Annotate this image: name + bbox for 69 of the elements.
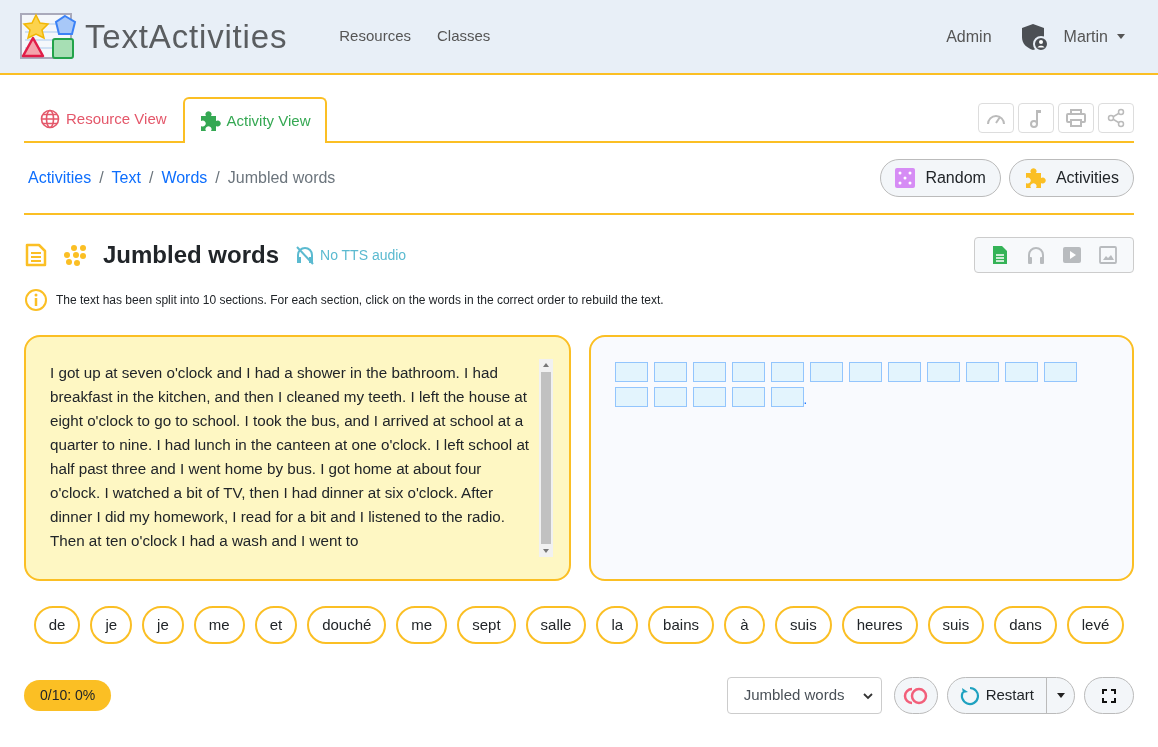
breadcrumb-separator: / [214, 168, 221, 188]
breadcrumb-link[interactable]: Activities [28, 166, 92, 190]
headphones-icon[interactable] [1026, 245, 1046, 265]
user-menu[interactable]: Martin [1063, 24, 1126, 49]
shield-user-icon [1019, 22, 1050, 51]
word-chip[interactable]: bains [648, 606, 714, 644]
progress-badge: 0/10: 0% [24, 680, 112, 711]
word-chip[interactable]: douché [307, 606, 387, 644]
play-icon[interactable] [1062, 245, 1082, 265]
fullscreen-icon [1102, 688, 1116, 703]
random-button[interactable]: Random [880, 159, 1001, 197]
headphones-off-icon [295, 245, 316, 265]
document-icon [24, 243, 48, 267]
word-chip[interactable]: je [90, 606, 133, 644]
share-icon [1106, 108, 1126, 128]
word-chip[interactable]: la [596, 606, 639, 644]
word-chip[interactable]: de [33, 606, 81, 644]
admin-link[interactable]: Admin [946, 24, 992, 49]
globe-icon [40, 109, 60, 129]
word-chip[interactable]: suis [774, 606, 832, 644]
word-chip[interactable]: à [723, 606, 765, 644]
dots-icon [63, 244, 87, 266]
word-chip[interactable]: suis [927, 606, 985, 644]
activities-button[interactable]: Activities [1008, 159, 1134, 197]
nav-link[interactable]: Resources [339, 25, 411, 48]
word-chip[interactable]: me [396, 606, 448, 644]
image-icon[interactable] [1098, 245, 1118, 265]
speedometer-button[interactable] [978, 103, 1014, 133]
word-chip[interactable]: et [254, 606, 298, 644]
end-mark: . [803, 393, 808, 407]
breadcrumb-link[interactable]: Text [111, 166, 141, 190]
logo-icon [19, 11, 79, 62]
print-button[interactable] [1058, 103, 1094, 133]
word-chip[interactable]: levé [1066, 606, 1125, 644]
dice-icon [895, 168, 916, 188]
chevron-down-icon [862, 691, 873, 700]
fullscreen-button[interactable] [1084, 677, 1134, 714]
word-chip[interactable]: salle [525, 606, 587, 644]
rings-icon [902, 686, 929, 705]
word-chip[interactable]: me [193, 606, 245, 644]
scrollbar[interactable] [538, 359, 553, 557]
music-note-button[interactable] [1018, 103, 1054, 133]
share-button[interactable] [1098, 103, 1134, 133]
rings-button[interactable] [893, 677, 938, 714]
word-chip[interactable]: dans [994, 606, 1057, 644]
text-document-icon[interactable] [990, 245, 1010, 265]
view-tab[interactable]: Resource View [24, 97, 183, 141]
print-icon [1066, 109, 1086, 127]
breadcrumb-current: Jumbled words [227, 168, 336, 188]
restart-icon [959, 685, 980, 706]
tts-status: No TTS audio [320, 245, 407, 265]
breadcrumb-separator: / [98, 168, 105, 188]
nav-link[interactable]: Classes [437, 25, 491, 48]
story-text: I got up at seven o'clock and I had a shower in the bathroom. I had breakfast in the kitchen, and then I cleaned my teeth. I left the house at eight o'clock to go to school. I took the bus, and I arrived at school at a quarter to nine. I had lunch in the canteen at one o'clock. I left school at half past three and I went home by bus. I got home at about four o'clock. I watched a bit of TV, then I had dinner at six o'clock. After dinner I did my homework, I read for a bit and I listened to the radio. Then at ten o'clock I had a wash and I went to [50, 363, 531, 551]
word-chip[interactable]: heures [841, 606, 918, 644]
caret-icon [1116, 33, 1126, 40]
music-note-icon [1029, 108, 1043, 128]
word-chip[interactable]: sept [457, 606, 516, 644]
puzzle-icon [198, 110, 221, 132]
word-chip[interactable]: je [142, 606, 184, 644]
mode-select[interactable]: Jumbled words [726, 677, 882, 714]
instructions-text: The text has been split into 10 sections. For each section, click on the words in the correct order to rebuild the text. [56, 292, 664, 309]
breadcrumb-separator: / [147, 168, 155, 188]
puzzle-icon [1023, 167, 1046, 189]
caret-icon [1055, 692, 1066, 699]
info-icon [24, 288, 48, 312]
activity-title: Jumbled words [103, 240, 280, 270]
breadcrumb-link[interactable]: Words [161, 166, 208, 190]
brand-name: TextActivities [85, 16, 288, 57]
